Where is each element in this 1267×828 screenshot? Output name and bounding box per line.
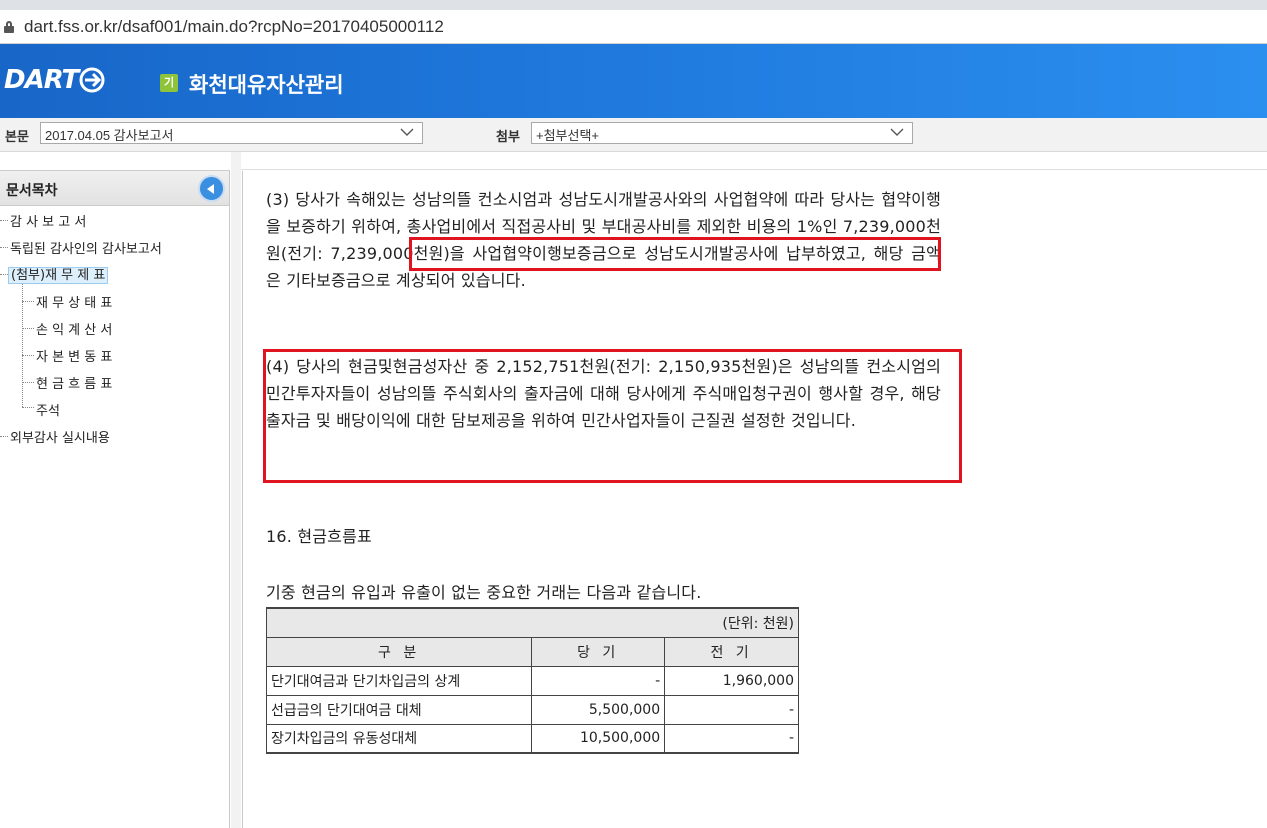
table-cell: - bbox=[664, 723, 799, 754]
toc-item-independent-auditor-report[interactable]: 독립된 감사인의 감사보고서 bbox=[10, 238, 162, 257]
chevron-down-icon bbox=[400, 128, 414, 136]
content-top-border bbox=[241, 152, 1267, 170]
address-bar[interactable]: dart.fss.or.kr/dsaf001/main.do?rcpNo=201… bbox=[0, 10, 1267, 44]
main-doc-label: 본문 bbox=[5, 130, 29, 145]
table-header-row: 구 분 당 기 전 기 bbox=[265, 636, 799, 667]
collapse-sidebar-button[interactable] bbox=[198, 175, 225, 202]
chevron-left-icon bbox=[207, 184, 214, 194]
corp-name: 화천대유자산관리 bbox=[189, 73, 344, 97]
toc-item-cash-flow[interactable]: 현 금 흐 름 표 bbox=[36, 373, 112, 392]
table-cell: 1,960,000 bbox=[664, 665, 799, 696]
non-cash-transactions-table: (단위: 천원) 구 분 당 기 전 기 단기대여금과 단기차입금의 상계 - … bbox=[265, 607, 799, 754]
toc-sidebar: 문서목차 감 사 보 고 서 독립된 감사인의 감사보고서 (첨부)재 무 제 … bbox=[0, 170, 230, 828]
pane-gutter bbox=[231, 152, 241, 828]
tree-connector bbox=[22, 382, 34, 383]
table-cell: 5,500,000 bbox=[531, 694, 666, 725]
tree-connector bbox=[0, 220, 8, 221]
tree-connector bbox=[22, 407, 34, 408]
main-doc-select[interactable]: 2017.04.05 감사보고서 bbox=[40, 122, 423, 144]
chevron-down-icon bbox=[890, 128, 904, 136]
cash-flow-intro: 기중 현금의 유입과 유출이 없는 중요한 거래는 다음과 같습니다. bbox=[266, 583, 702, 602]
table-header: 당 기 bbox=[531, 636, 666, 667]
table-cell: - bbox=[664, 694, 799, 725]
dart-header: DART 기 화천대유자산관리 bbox=[0, 44, 1267, 118]
toc-item-financial-statements[interactable]: (첨부)재 무 제 표 bbox=[8, 264, 109, 284]
table-row: 선급금의 단기대여금 대체 5,500,000 - bbox=[265, 694, 799, 725]
table-row: 단기대여금과 단기차입금의 상계 - 1,960,000 bbox=[265, 665, 799, 696]
table-row: 장기차입금의 유동성대체 10,500,000 - bbox=[265, 723, 799, 754]
tree-connector bbox=[22, 301, 34, 302]
document-content: (3) 당사가 속해있는 성남의뜰 컨소시엄과 성남도시개발공사와의 사업협약에… bbox=[242, 171, 1267, 828]
corp-type-badge: 기 bbox=[160, 74, 178, 92]
url-text[interactable]: dart.fss.or.kr/dsaf001/main.do?rcpNo=201… bbox=[24, 17, 444, 37]
dart-logo[interactable]: DART bbox=[4, 62, 105, 98]
toc-item-notes[interactable]: 주석 bbox=[36, 400, 60, 419]
table-header: 전 기 bbox=[664, 636, 799, 667]
attach-label: 첨부 bbox=[496, 130, 520, 145]
table-cell: 장기차입금의 유동성대체 bbox=[265, 723, 533, 754]
section-title-cash-flow: 16. 현금흐름표 bbox=[266, 527, 372, 546]
tree-connector bbox=[22, 328, 34, 329]
tree-connector bbox=[0, 274, 8, 275]
toc-item-audit-report[interactable]: 감 사 보 고 서 bbox=[10, 211, 86, 230]
tree-connector bbox=[0, 436, 8, 437]
table-cell: 선급금의 단기대여금 대체 bbox=[265, 694, 533, 725]
table-unit-row: (단위: 천원) bbox=[266, 607, 799, 638]
lock-icon[interactable] bbox=[4, 20, 14, 33]
table-cell: 10,500,000 bbox=[531, 723, 666, 754]
dart-logo-icon bbox=[79, 67, 105, 93]
toc-item-balance-sheet[interactable]: 재 무 상 태 표 bbox=[36, 292, 112, 311]
toc-item-external-audit[interactable]: 외부감사 실시내용 bbox=[10, 427, 110, 446]
attach-select[interactable]: +첨부선택+ bbox=[531, 122, 913, 144]
document-select-bar: 본문 2017.04.05 감사보고서 첨부 +첨부선택+ bbox=[0, 118, 1267, 152]
table-cell: 단기대여금과 단기차입금의 상계 bbox=[265, 665, 533, 696]
tree-connector bbox=[22, 284, 23, 407]
tree-connector bbox=[0, 247, 8, 248]
highlight-box-guarantee bbox=[409, 237, 941, 271]
table-header: 구 분 bbox=[265, 636, 533, 667]
table-unit: (단위: 천원) bbox=[266, 607, 799, 638]
toc-item-equity-changes[interactable]: 자 본 변 동 표 bbox=[36, 346, 112, 365]
highlight-box-pledge bbox=[263, 349, 962, 483]
table-cell: - bbox=[531, 665, 666, 696]
toc-title: 문서목차 bbox=[0, 170, 229, 206]
toc-item-income-statement[interactable]: 손 익 계 산 서 bbox=[36, 319, 112, 338]
browser-tab-strip bbox=[0, 0, 1267, 10]
tree-connector bbox=[22, 355, 34, 356]
